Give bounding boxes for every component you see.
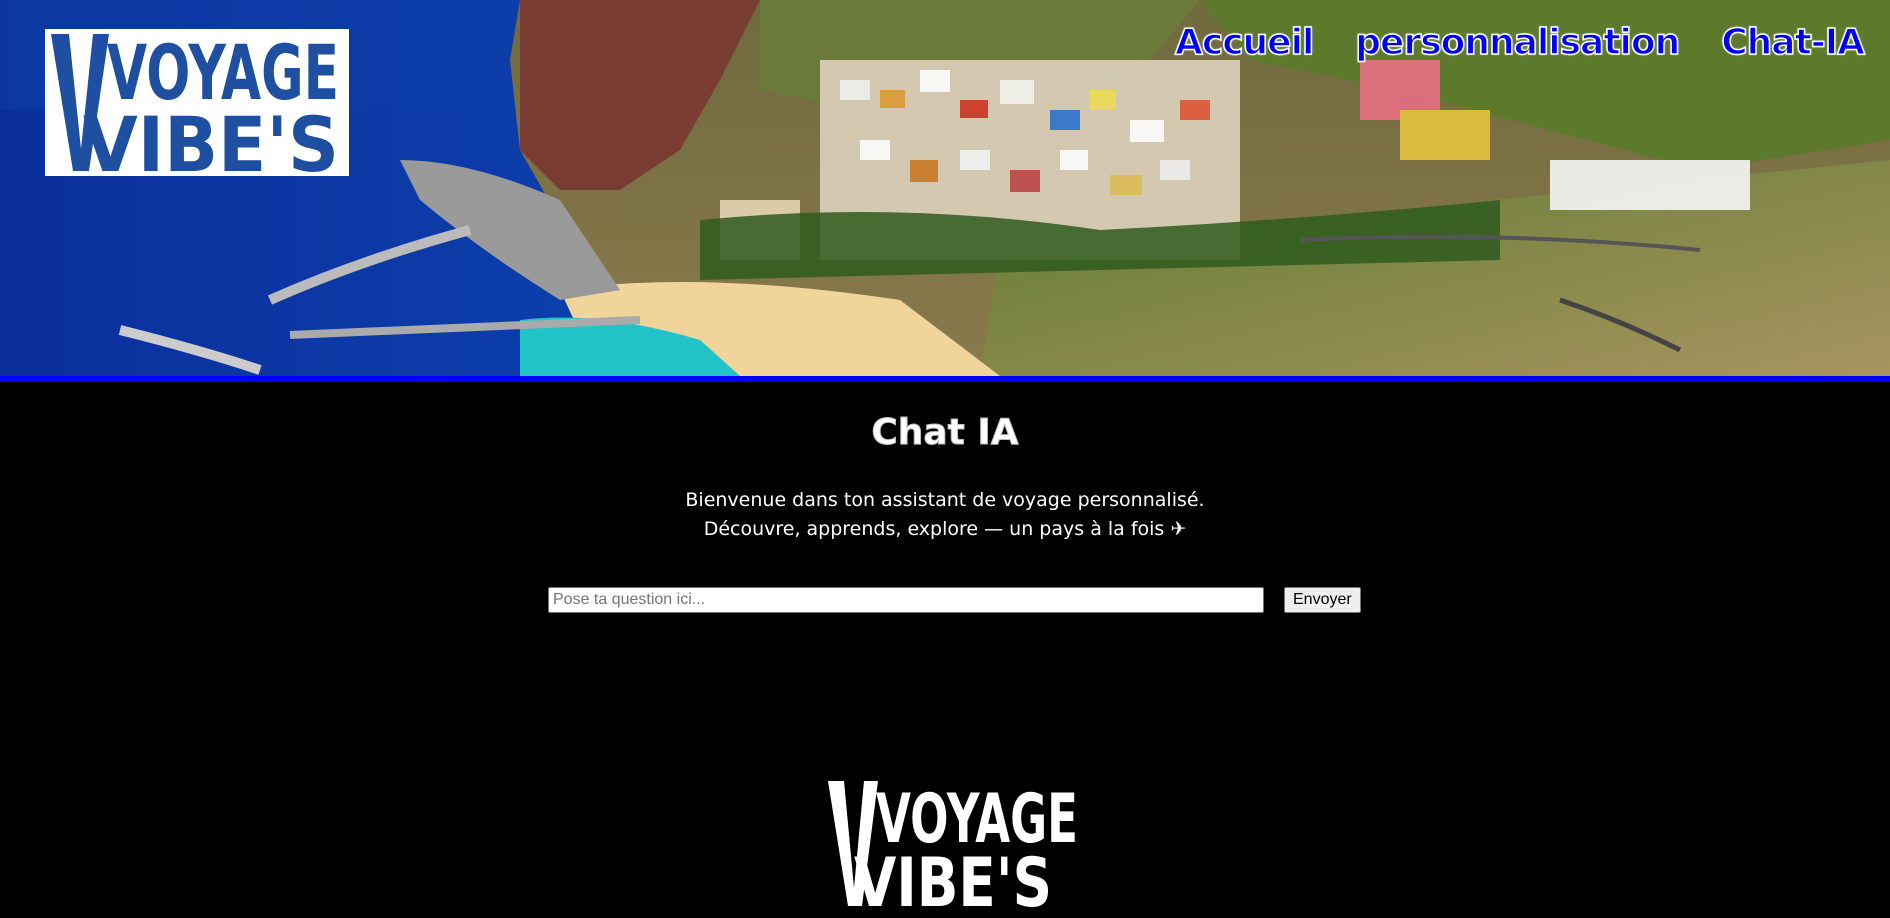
question-input[interactable] <box>548 587 1264 613</box>
hero-banner: VOYAGE VIBE'S Accueil personnalisation C… <box>0 0 1890 376</box>
logo-line2: VIBE'S <box>83 100 339 176</box>
send-button[interactable]: Envoyer <box>1284 587 1361 613</box>
intro-line-2-text: Découvre, apprends, explore — un pays à … <box>703 518 1165 540</box>
main-content: Chat IA Bienvenue dans ton assistant de … <box>0 382 1890 918</box>
footer-logo: VOYAGE VIBE'S <box>826 776 1082 918</box>
nav-link-personnalisation[interactable]: personnalisation <box>1355 21 1681 64</box>
logo[interactable]: VOYAGE VIBE'S <box>45 28 349 189</box>
main-nav: Accueil personnalisation Chat-IA <box>1174 21 1866 64</box>
intro-line-2: Découvre, apprends, explore — un pays à … <box>0 515 1890 544</box>
footer-logo-mark: VOYAGE VIBE'S <box>828 780 1078 918</box>
nav-link-accueil[interactable]: Accueil <box>1174 21 1315 64</box>
airplane-icon: ✈ <box>1170 518 1187 540</box>
intro-line-1: Bienvenue dans ton assistant de voyage p… <box>685 489 1205 511</box>
footer-logo-line2: VIBE'S <box>854 844 1052 913</box>
chat-form: Envoyer <box>548 587 1361 613</box>
nav-link-chat-ia[interactable]: Chat-IA <box>1721 21 1866 64</box>
intro-text: Bienvenue dans ton assistant de voyage p… <box>0 486 1890 544</box>
page-title: Chat IA <box>871 412 1019 454</box>
logo-mark: VOYAGE VIBE'S <box>51 28 339 189</box>
